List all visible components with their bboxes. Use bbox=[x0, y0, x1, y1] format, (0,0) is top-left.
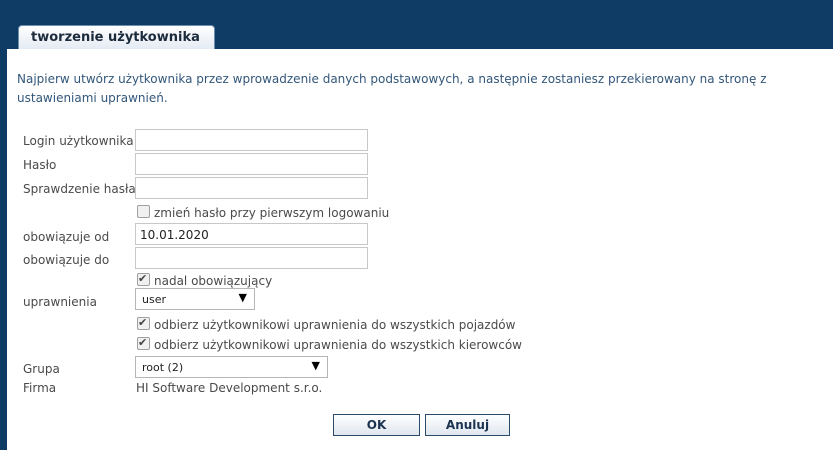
group-select[interactable]: root (2) ▼ bbox=[135, 356, 328, 378]
tab-create-user[interactable]: tworzenie użytkownika bbox=[18, 25, 215, 49]
login-input[interactable] bbox=[135, 129, 368, 151]
password-label: Hasło bbox=[23, 158, 57, 172]
valid-to-label: obowiązuje do bbox=[23, 253, 110, 267]
password-confirm-label: Sprawdzenie hasła bbox=[23, 182, 136, 196]
group-label: Grupa bbox=[23, 362, 60, 376]
ok-button[interactable]: OK bbox=[333, 414, 420, 436]
change-password-checkbox[interactable] bbox=[137, 205, 150, 218]
change-password-checkbox-row: zmień hasło przy pierwszym logowaniu bbox=[137, 205, 389, 221]
change-password-checkbox-label: zmień hasło przy pierwszym logowaniu bbox=[154, 206, 390, 220]
dropdown-arrow-icon: ▼ bbox=[311, 359, 320, 372]
revoke-vehicles-checkbox-row: odbierz użytkownikowi uprawnienia do wsz… bbox=[137, 315, 516, 333]
form-panel bbox=[7, 49, 833, 450]
permissions-label: uprawnienia bbox=[23, 295, 97, 309]
still-valid-checkbox[interactable] bbox=[137, 271, 150, 287]
group-selected-value: root (2) bbox=[142, 361, 184, 374]
dropdown-arrow-icon: ▼ bbox=[238, 291, 247, 304]
revoke-vehicles-checkbox[interactable] bbox=[137, 315, 150, 331]
still-valid-checkbox-row: nadal obowiązujący bbox=[137, 271, 273, 289]
still-valid-checkbox-label: nadal obowiązujący bbox=[154, 274, 273, 288]
revoke-drivers-checkbox[interactable] bbox=[137, 335, 150, 351]
valid-from-input[interactable] bbox=[135, 223, 368, 245]
intro-text: Najpierw utwórz użytkownika przez wprowa… bbox=[17, 72, 767, 105]
cancel-button[interactable]: Anuluj bbox=[425, 414, 510, 436]
company-value: HI Software Development s.r.o. bbox=[136, 381, 323, 395]
revoke-vehicles-checkbox-label: odbierz użytkownikowi uprawnienia do wsz… bbox=[154, 318, 516, 332]
valid-from-label: obowiązuje od bbox=[23, 230, 110, 244]
password-input[interactable] bbox=[135, 153, 368, 175]
password-confirm-input[interactable] bbox=[135, 177, 368, 199]
permissions-selected-value: user bbox=[142, 293, 166, 306]
revoke-drivers-checkbox-row: odbierz użytkownikowi uprawnienia do wsz… bbox=[137, 335, 522, 353]
login-label: Login użytkownika bbox=[23, 134, 134, 148]
permissions-select[interactable]: user ▼ bbox=[135, 288, 255, 310]
revoke-drivers-checkbox-label: odbierz użytkownikowi uprawnienia do wsz… bbox=[154, 338, 522, 352]
valid-to-input[interactable] bbox=[135, 247, 368, 269]
company-label: Firma bbox=[23, 381, 57, 395]
